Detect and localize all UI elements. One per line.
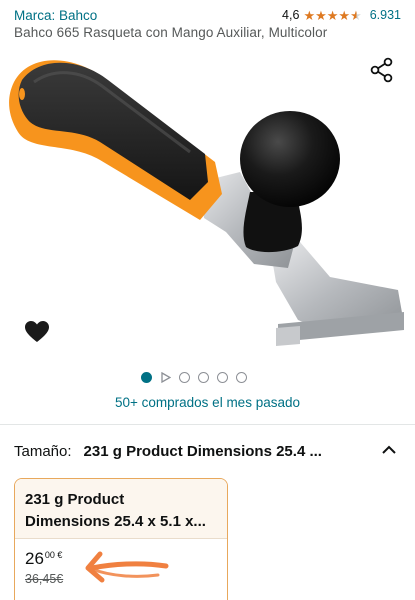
carousel-dot[interactable] <box>236 371 247 383</box>
price-whole: 26 <box>25 549 44 568</box>
bought-last-month: 50+ comprados el mes pasado <box>115 395 300 410</box>
size-selected-value: 231 g Product Dimensions 25.4 ... <box>83 442 322 460</box>
header-row: Marca: Bahco 4,6 ★ ★ ★ ★ ★ 6.931 <box>14 6 401 24</box>
video-play-icon[interactable] <box>160 371 171 383</box>
chevron-up-icon[interactable] <box>381 442 397 458</box>
share-icon[interactable] <box>369 57 395 83</box>
price-fraction: 00 € <box>44 550 63 560</box>
carousel-dot[interactable] <box>198 371 209 383</box>
rating-stars: ★ ★ ★ ★ ★ <box>303 9 361 22</box>
star-icon: ★ <box>303 7 316 23</box>
carousel-dot[interactable] <box>141 371 152 383</box>
product-title: Bahco 665 Rasqueta con Mango Auxiliar, M… <box>14 25 328 40</box>
size-selector[interactable]: Tamaño: 231 g Product Dimensions 25.4 ..… <box>14 440 401 462</box>
star-icon: ★ <box>315 7 327 23</box>
carousel-dot[interactable] <box>217 371 228 383</box>
heart-icon[interactable] <box>24 320 50 346</box>
brand-link[interactable]: Marca: Bahco <box>14 8 97 23</box>
option-name-line1: 231 g Product <box>25 491 125 508</box>
annotation-arrow-icon <box>85 551 169 583</box>
carousel-dot[interactable] <box>179 371 190 383</box>
star-icon: ★ <box>338 7 351 23</box>
rating-value: 4,6 <box>282 8 300 22</box>
option-name-line2: Dimensions 25.4 x 5.1 x... <box>25 513 206 530</box>
star-icon: ★ <box>326 7 339 23</box>
section-divider <box>0 424 415 425</box>
product-image[interactable] <box>0 42 415 362</box>
size-label: Tamaño: <box>14 442 72 460</box>
rating-group[interactable]: 4,6 ★ ★ ★ ★ ★ 6.931 <box>282 8 401 22</box>
option-header: 231 g Product Dimensions 25.4 x 5.1 x... <box>15 479 227 539</box>
review-count[interactable]: 6.931 <box>370 8 401 22</box>
image-carousel-indicators <box>141 370 247 384</box>
half-star-icon: ★ <box>350 7 362 23</box>
